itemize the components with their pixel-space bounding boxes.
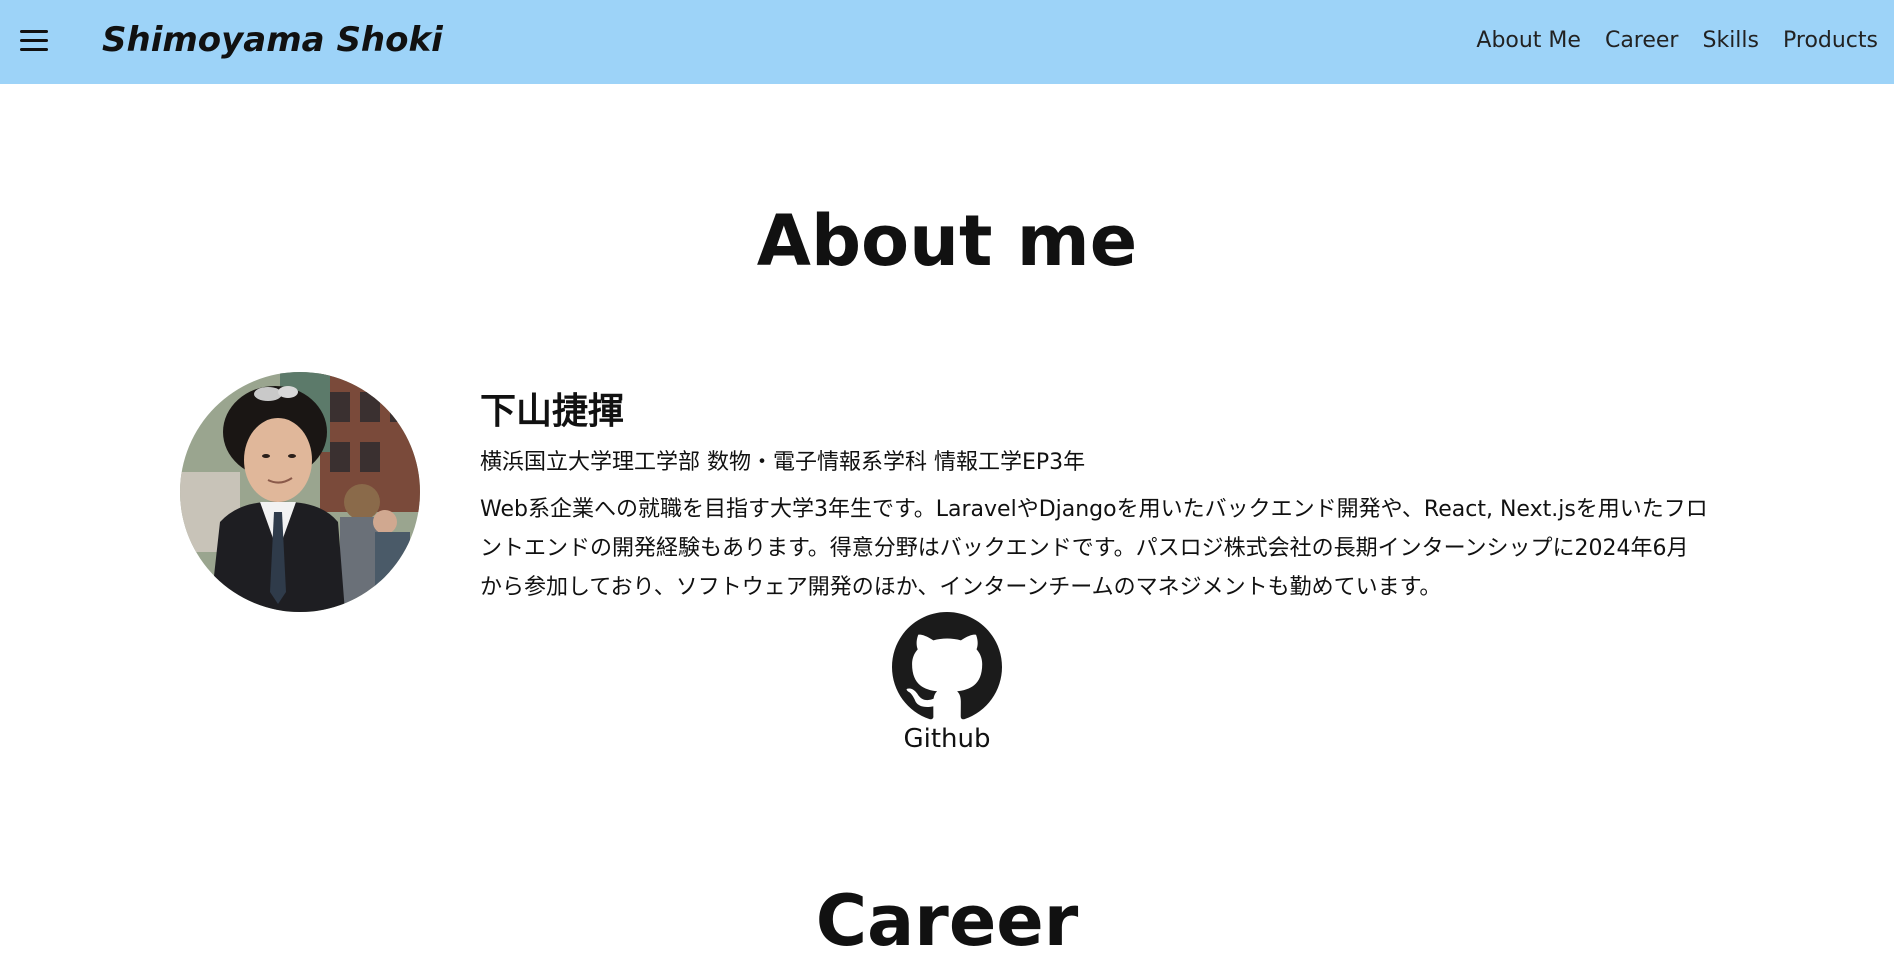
github-link[interactable]: Github <box>890 612 1004 754</box>
github-icon[interactable] <box>892 612 1002 722</box>
profile-bio: Web系企業への就職を目指す大学3年生です。LaravelやDjangoを用いた… <box>480 497 1708 600</box>
profile-photo <box>180 372 420 612</box>
about-section-title: About me <box>756 200 1138 282</box>
nav-item-career[interactable]: Career <box>1605 28 1679 53</box>
site-header: Shimoyama Shoki About Me Career Skills P… <box>0 0 1894 84</box>
nav-item-about-me[interactable]: About Me <box>1476 28 1581 53</box>
nav-item-skills[interactable]: Skills <box>1702 28 1759 53</box>
profile-affiliation: 横浜国立大学理工学部 数物・電子情報系学科 情報工学EP3年 <box>480 450 1086 475</box>
github-label[interactable]: Github <box>890 724 1004 754</box>
profile-name: 下山捷揮 <box>480 391 625 432</box>
career-section-title: Career <box>815 880 1079 962</box>
site-brand[interactable]: Shimoyama Shoki <box>102 20 443 60</box>
nav-item-products[interactable]: Products <box>1783 28 1878 53</box>
hamburger-menu-icon[interactable] <box>20 30 50 54</box>
main-nav: About Me Career Skills Products <box>1476 28 1878 53</box>
